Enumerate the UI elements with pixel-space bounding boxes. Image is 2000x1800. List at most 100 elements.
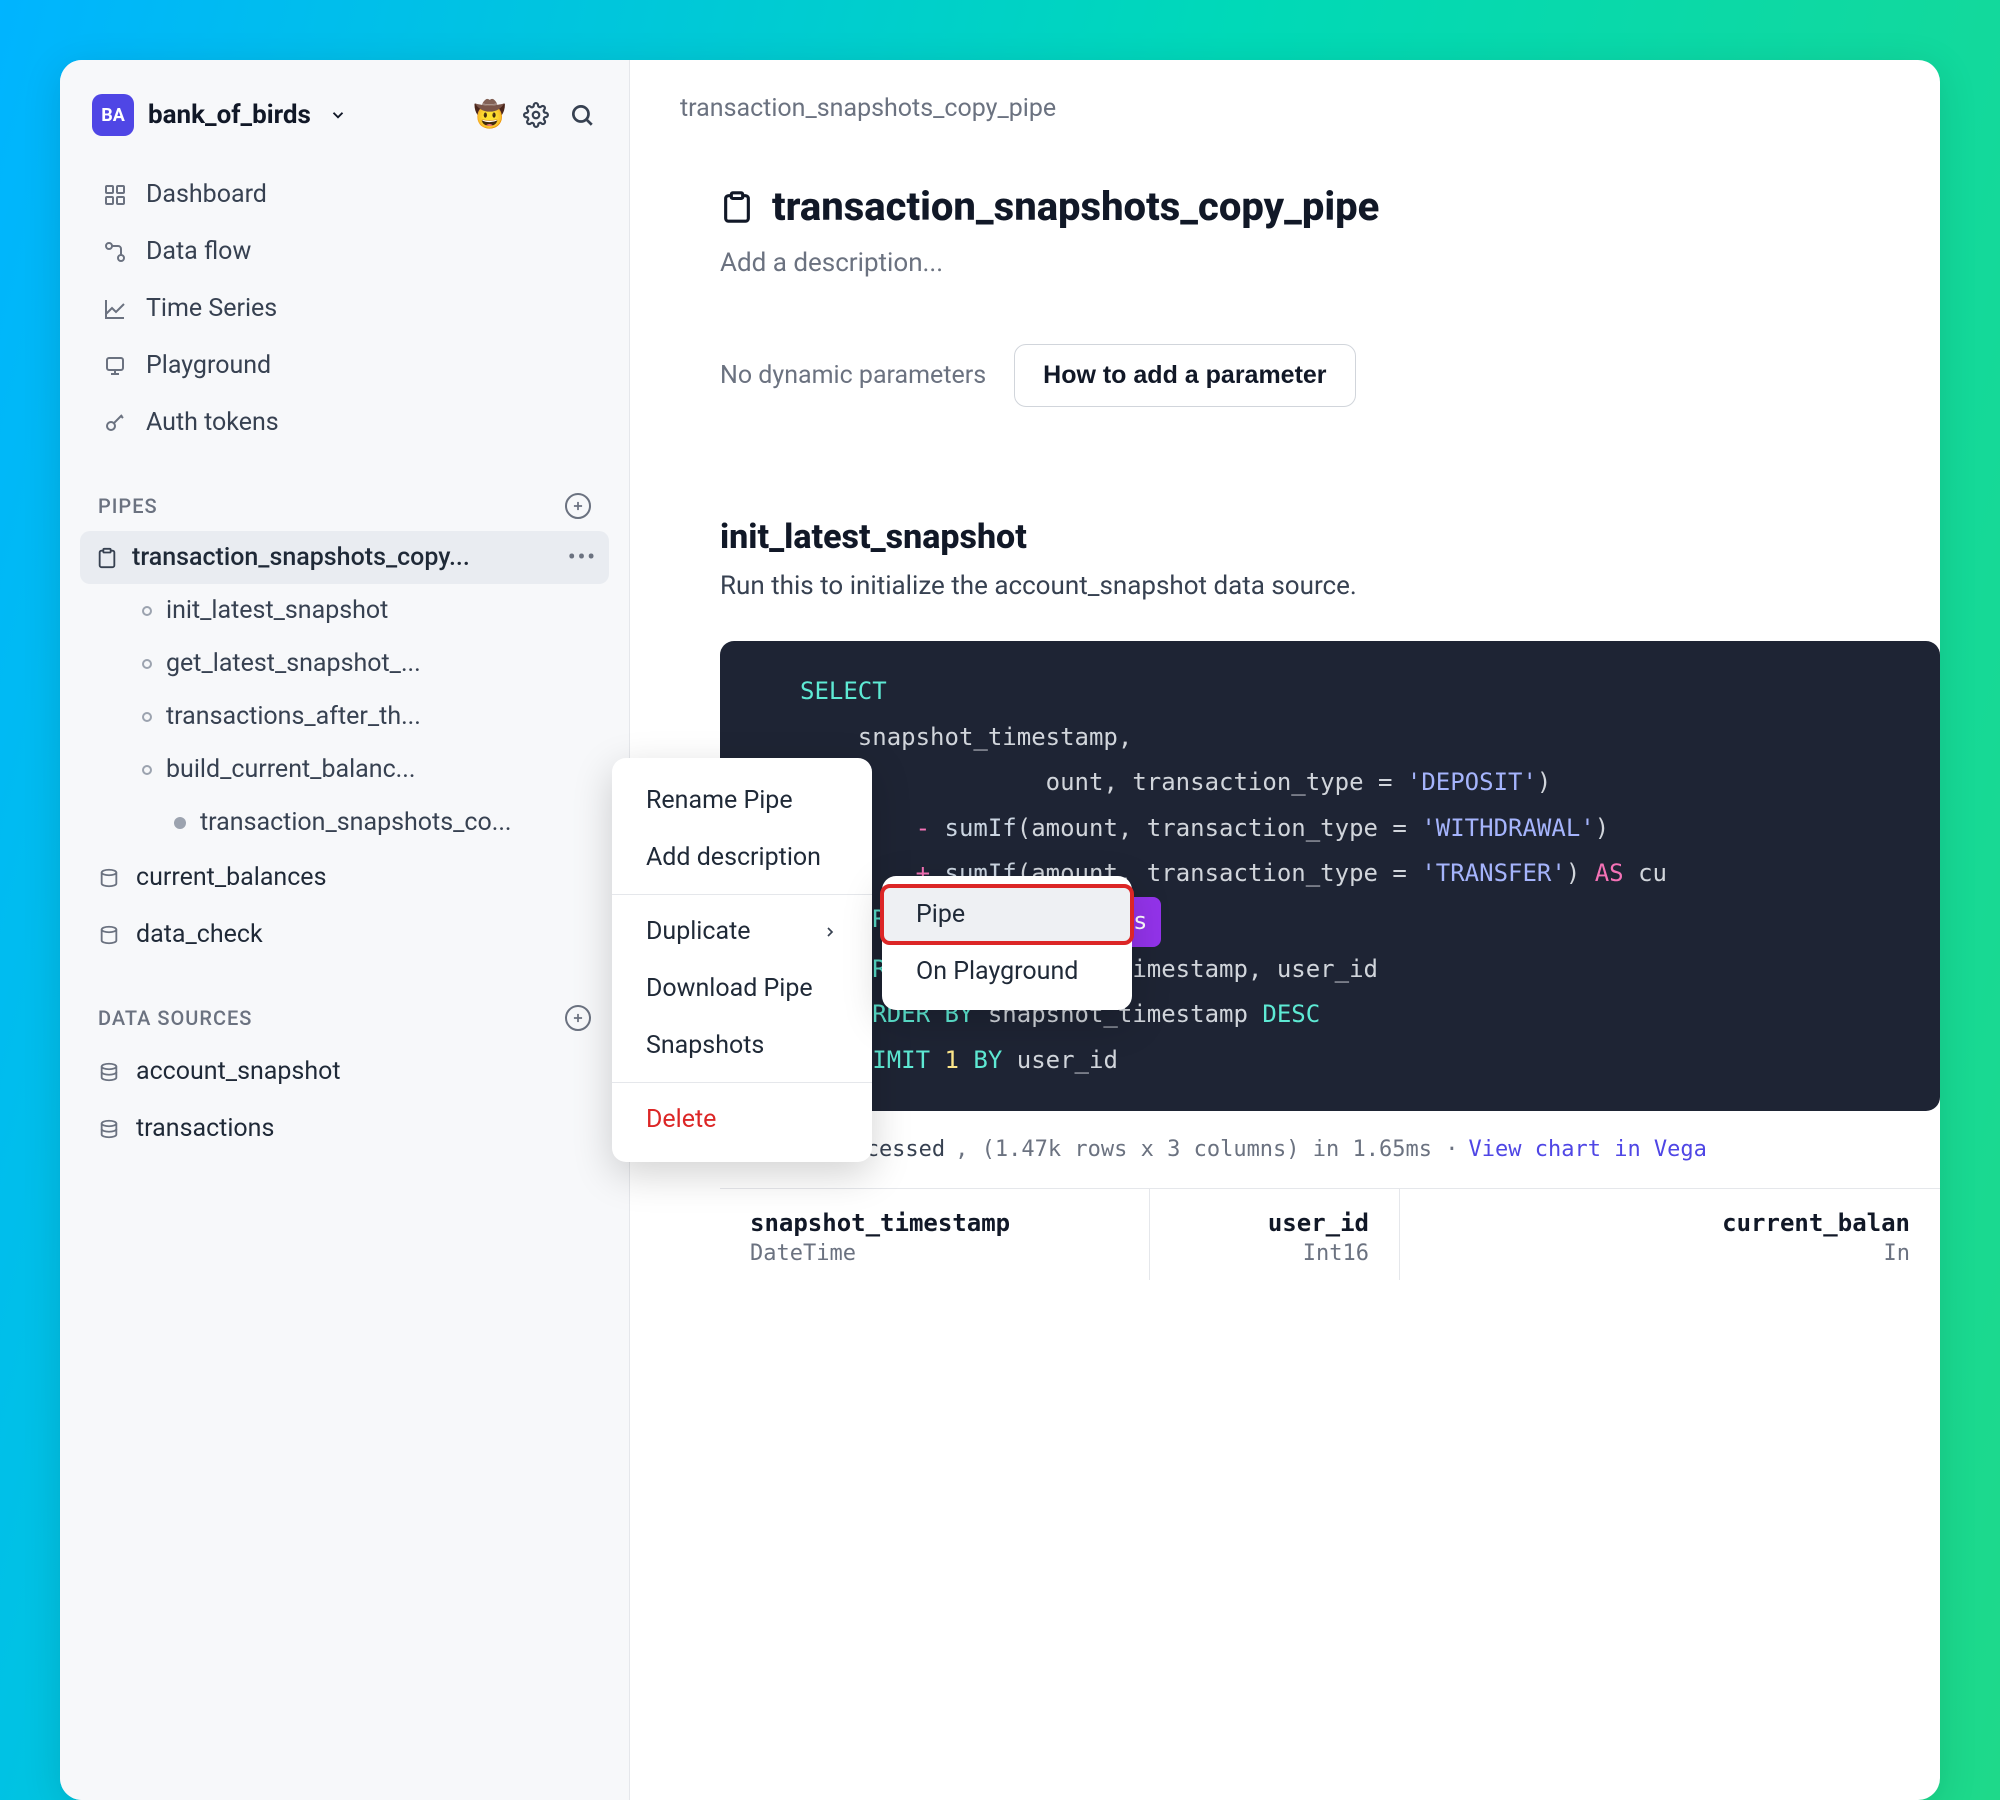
params-row: No dynamic parameters How to add a param… [720, 344, 1940, 407]
menu-label: Snapshots [646, 1031, 764, 1060]
code-text: 1 [945, 1038, 959, 1084]
menu-rename[interactable]: Rename Pipe [612, 772, 872, 829]
column-name: current_balan [1722, 1209, 1910, 1237]
header-actions: 🤠 [475, 100, 597, 130]
pipe-context-menu: Rename Pipe Add description Duplicate Do… [612, 758, 872, 1162]
column-name: user_id [1180, 1209, 1369, 1237]
nav-label: Dashboard [146, 180, 267, 209]
datasource-label: account_snapshot [136, 1057, 341, 1086]
key-icon [102, 410, 128, 436]
database-icon [98, 1118, 120, 1140]
bullet-solid-icon [174, 817, 186, 829]
nav-auth[interactable]: Auth tokens [84, 394, 605, 451]
code-text: BY [959, 1038, 1002, 1084]
menu-duplicate[interactable]: Duplicate [612, 903, 872, 960]
result-table: snapshot_timestamp DateTime user_id Int1… [720, 1188, 1940, 1280]
datasource-item[interactable]: transactions [80, 1100, 609, 1157]
pipe-label: transaction_snapshots_copy... [132, 543, 470, 572]
more-icon[interactable]: ••• [568, 545, 597, 570]
pipe-label: current_balances [136, 863, 326, 892]
code-text: (amount, transaction_type = [1017, 806, 1422, 852]
howto-add-parameter-button[interactable]: How to add a parameter [1014, 344, 1355, 407]
pipe-node[interactable]: build_current_balanc... [80, 743, 609, 796]
menu-snapshots[interactable]: Snapshots [612, 1017, 872, 1074]
params-text: No dynamic parameters [720, 361, 986, 390]
pipe-node[interactable]: transaction_snapshots_co... [80, 796, 609, 849]
submenu-pipe[interactable]: Pipe [882, 886, 1132, 943]
app-window: BA bank_of_birds 🤠 D [60, 60, 1940, 1800]
nav-dataflow[interactable]: Data flow [84, 223, 605, 280]
code-text: AS [1595, 851, 1624, 897]
workspace-badge: BA [92, 94, 134, 136]
add-datasource-button[interactable] [565, 1005, 591, 1031]
column-type: Int16 [1180, 1241, 1369, 1266]
code-text: ) [1566, 851, 1595, 897]
code-text: 'DEPOSIT' [1407, 760, 1537, 806]
code-text: user_id [1002, 1038, 1118, 1084]
table-column: snapshot_timestamp DateTime [720, 1189, 1150, 1280]
code-text: sumIf [945, 806, 1017, 852]
dashboard-icon [102, 182, 128, 208]
pipe-item-active[interactable]: transaction_snapshots_copy... ••• [80, 531, 609, 584]
sidebar: BA bank_of_birds 🤠 D [60, 60, 630, 1800]
column-type: DateTime [750, 1241, 1119, 1266]
pipe-item[interactable]: current_balances [80, 849, 609, 906]
pipe-item[interactable]: data_check [80, 906, 609, 963]
chart-icon [102, 296, 128, 322]
search-icon[interactable] [567, 100, 597, 130]
description-input[interactable]: Add a description... [720, 248, 1940, 278]
pipe-node[interactable]: init_latest_snapshot [80, 584, 609, 637]
menu-divider [612, 1082, 872, 1083]
menu-label: Download Pipe [646, 974, 813, 1003]
nav-list: Dashboard Data flow Time Series Playgrou… [80, 166, 609, 451]
nav-timeseries[interactable]: Time Series [84, 280, 605, 337]
section-label: PIPES [98, 494, 158, 518]
node-title[interactable]: init_latest_snapshot [720, 517, 1940, 557]
nav-label: Data flow [146, 237, 251, 266]
node-label: build_current_balanc... [166, 755, 415, 784]
sidebar-header: BA bank_of_birds 🤠 [80, 94, 609, 166]
bullet-icon [142, 606, 152, 616]
code-text: 'WITHDRAWAL' [1421, 806, 1594, 852]
datasource-icon [98, 867, 120, 889]
stats-rest: , (1.47k rows x 3 columns) in 1.65ms · [955, 1137, 1458, 1162]
workspace-name: bank_of_birds [148, 100, 311, 130]
emoji-icon[interactable]: 🤠 [475, 100, 505, 130]
node-description: Run this to initialize the account_snaps… [720, 571, 1940, 601]
nav-dashboard[interactable]: Dashboard [84, 166, 605, 223]
database-icon [98, 1061, 120, 1083]
chevron-right-icon [822, 924, 838, 940]
menu-label: Delete [646, 1105, 716, 1134]
menu-download[interactable]: Download Pipe [612, 960, 872, 1017]
nav-label: Time Series [146, 294, 277, 323]
chevron-down-icon [329, 106, 347, 124]
view-chart-link[interactable]: View chart in Vega [1469, 1137, 1707, 1162]
nav-playground[interactable]: Playground [84, 337, 605, 394]
dataflow-icon [102, 239, 128, 265]
pipe-node[interactable]: transactions_after_th... [80, 690, 609, 743]
node-label: transaction_snapshots_co... [200, 808, 512, 837]
submenu-on-playground[interactable]: On Playground [882, 943, 1132, 1000]
pipe-node[interactable]: get_latest_snapshot_... [80, 637, 609, 690]
datasource-item[interactable]: account_snapshot [80, 1043, 609, 1100]
nav-label: Playground [146, 351, 271, 380]
duplicate-submenu: Pipe On Playground [882, 876, 1132, 1010]
code-text: ) [1537, 760, 1551, 806]
query-stats: 34.24KB processed, (1.47k rows x 3 colum… [720, 1111, 1940, 1172]
page-title-row: transaction_snapshots_copy_pipe [720, 183, 1940, 230]
workspace-switcher[interactable]: BA bank_of_birds [92, 94, 347, 136]
bullet-icon [142, 765, 152, 775]
code-text: ount, transaction_type = [1046, 760, 1407, 806]
pipe-icon [720, 190, 754, 224]
playground-icon [102, 353, 128, 379]
menu-delete[interactable]: Delete [612, 1091, 872, 1148]
add-pipe-button[interactable] [565, 493, 591, 519]
breadcrumb[interactable]: transaction_snapshots_copy_pipe [630, 60, 1940, 123]
section-label: DATA SOURCES [98, 1006, 252, 1030]
code-text: ) [1595, 806, 1609, 852]
node-label: get_latest_snapshot_... [166, 649, 421, 678]
column-name: snapshot_timestamp [750, 1209, 1119, 1237]
menu-add-description[interactable]: Add description [612, 829, 872, 886]
pipe-label: data_check [136, 920, 263, 949]
gear-icon[interactable] [521, 100, 551, 130]
